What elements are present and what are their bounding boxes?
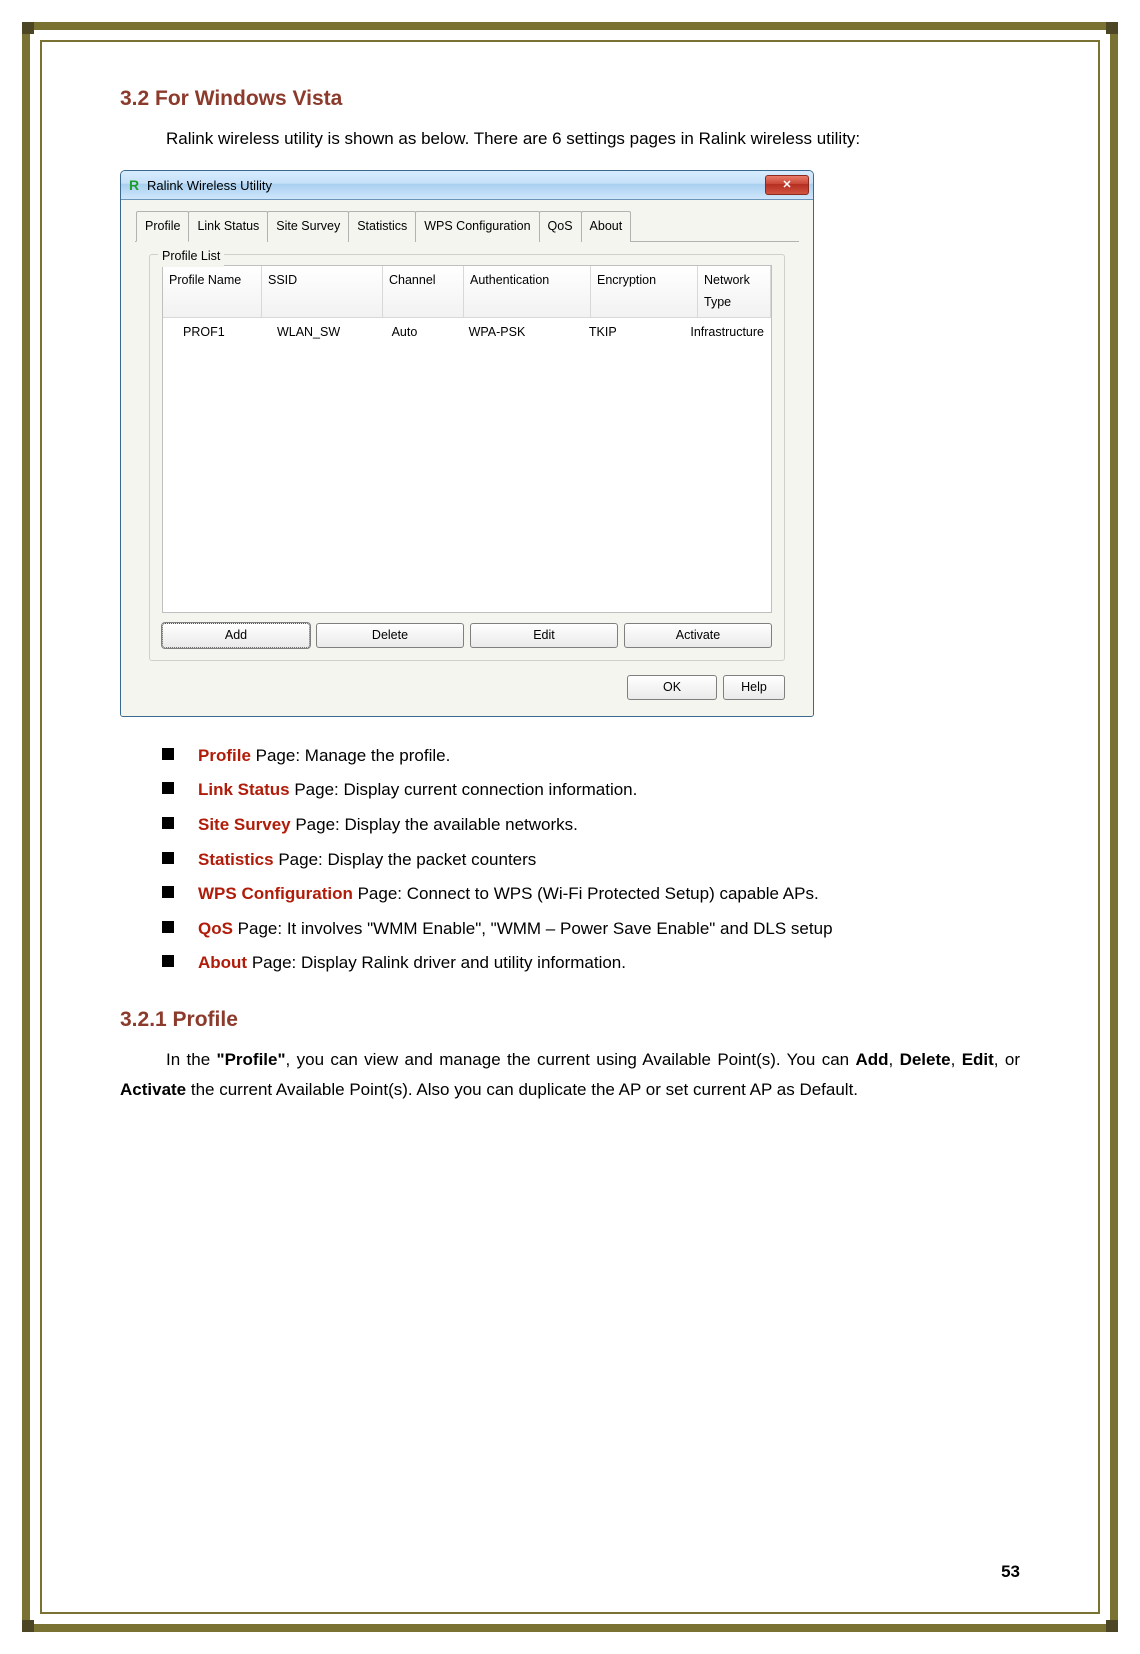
titlebar: R Ralink Wireless Utility ✕ [121, 171, 813, 200]
tab-profile[interactable]: Profile [136, 211, 189, 242]
page-number: 53 [1001, 1557, 1020, 1588]
dialog-buttons: OK Help [135, 667, 799, 706]
page-desc: Page: Display Ralink driver and utility … [247, 953, 626, 972]
profile-listview[interactable]: Profile Name SSID Channel Authentication… [162, 265, 772, 613]
page-desc: Page: It involves "WMM Enable", "WMM – P… [233, 919, 833, 938]
intro-paragraph: Ralink wireless utility is shown as belo… [120, 124, 1020, 155]
activate-button[interactable]: Activate [624, 623, 772, 648]
list-item: Site Survey Page: Display the available … [162, 810, 1020, 841]
col-ssid[interactable]: SSID [262, 266, 383, 318]
subsection-heading: 3.2.1 Profile [120, 1001, 1020, 1039]
list-item: Link Status Page: Display current connec… [162, 775, 1020, 806]
pages-bullet-list: Profile Page: Manage the profile. Link S… [162, 741, 1020, 979]
tab-site-survey[interactable]: Site Survey [267, 211, 349, 242]
list-item: WPS Configuration Page: Connect to WPS (… [162, 879, 1020, 910]
list-item: Statistics Page: Display the packet coun… [162, 845, 1020, 876]
profile-paragraph: In the "Profile", you can view and manag… [120, 1045, 1020, 1106]
table-row[interactable]: PROF1 WLAN_SW Auto WPA-PSK TKIP Infrastr… [163, 318, 771, 347]
cell-network-type: Infrastructure [684, 318, 771, 347]
col-channel[interactable]: Channel [383, 266, 464, 318]
page-name: Statistics [198, 850, 274, 869]
page-desc: Page: Manage the profile. [251, 746, 450, 765]
page-desc: Page: Display current connection informa… [290, 780, 638, 799]
col-authentication[interactable]: Authentication [464, 266, 591, 318]
page-desc: Page: Display the available networks. [291, 815, 578, 834]
cell-channel: Auto [386, 318, 463, 347]
utility-window: R Ralink Wireless Utility ✕ Profile Link… [120, 170, 814, 717]
groupbox-label: Profile List [158, 245, 224, 268]
window-title: Ralink Wireless Utility [147, 174, 272, 197]
section-heading: 3.2 For Windows Vista [120, 80, 1020, 118]
tab-qos[interactable]: QoS [539, 211, 582, 242]
help-button[interactable]: Help [723, 675, 785, 700]
profile-buttons-row: Add Delete Edit Activate [162, 623, 772, 648]
page-name: Profile [198, 746, 251, 765]
app-icon: R [127, 178, 141, 192]
col-profile-name[interactable]: Profile Name [163, 266, 262, 318]
list-item: About Page: Display Ralink driver and ut… [162, 948, 1020, 979]
close-button[interactable]: ✕ [765, 175, 809, 195]
page-desc: Page: Display the packet counters [274, 850, 537, 869]
tab-link-status[interactable]: Link Status [188, 211, 268, 242]
page-name: Site Survey [198, 815, 291, 834]
tab-wps-configuration[interactable]: WPS Configuration [415, 211, 539, 242]
cell-authentication: WPA-PSK [463, 318, 583, 347]
page-name: Link Status [198, 780, 290, 799]
delete-button[interactable]: Delete [316, 623, 464, 648]
cell-profile-name: PROF1 [163, 318, 271, 347]
cell-encryption: TKIP [583, 318, 684, 347]
list-item: QoS Page: It involves "WMM Enable", "WMM… [162, 914, 1020, 945]
tab-statistics[interactable]: Statistics [348, 211, 416, 242]
profile-list-groupbox: Profile List Profile Name SSID Channel A… [149, 254, 785, 661]
page-name: QoS [198, 919, 233, 938]
cell-ssid: WLAN_SW [271, 318, 386, 347]
edit-button[interactable]: Edit [470, 623, 618, 648]
tab-about[interactable]: About [581, 211, 632, 242]
ok-button[interactable]: OK [627, 675, 717, 700]
list-item: Profile Page: Manage the profile. [162, 741, 1020, 772]
add-button[interactable]: Add [162, 623, 310, 648]
page-name: About [198, 953, 247, 972]
listview-header: Profile Name SSID Channel Authentication… [163, 266, 771, 318]
col-network-type[interactable]: Network Type [698, 266, 771, 318]
page-name: WPS Configuration [198, 884, 353, 903]
tabstrip: Profile Link Status Site Survey Statisti… [135, 210, 799, 242]
col-encryption[interactable]: Encryption [591, 266, 698, 318]
page-desc: Page: Connect to WPS (Wi-Fi Protected Se… [353, 884, 819, 903]
